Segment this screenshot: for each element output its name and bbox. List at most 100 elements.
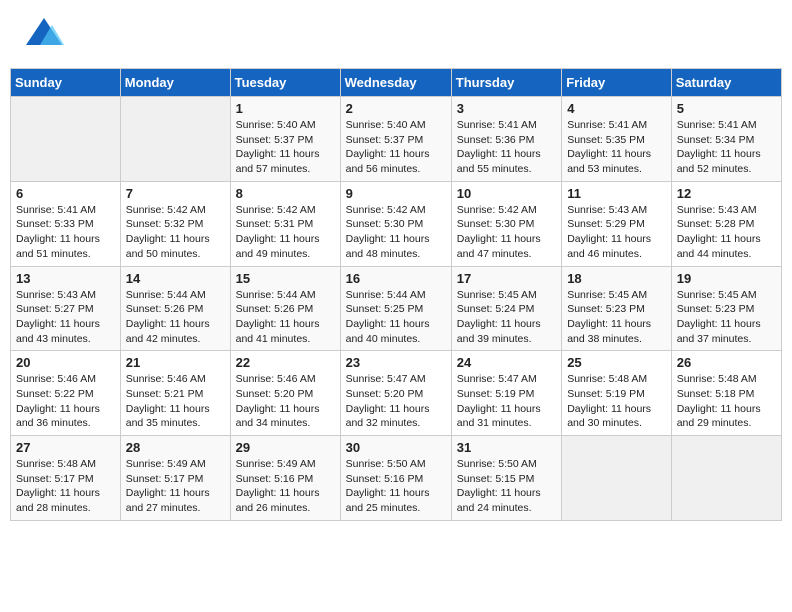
calendar-cell: 28 Sunrise: 5:49 AMSunset: 5:17 PMDayligh…	[120, 436, 230, 521]
day-number: 26	[677, 355, 776, 370]
day-info: Sunrise: 5:50 AMSunset: 5:15 PMDaylight:…	[457, 457, 556, 516]
day-info: Sunrise: 5:42 AMSunset: 5:30 PMDaylight:…	[457, 203, 556, 262]
day-number: 6	[16, 186, 115, 201]
header-day-thursday: Thursday	[451, 69, 561, 97]
day-info: Sunrise: 5:45 AMSunset: 5:23 PMDaylight:…	[677, 288, 776, 347]
day-info: Sunrise: 5:49 AMSunset: 5:16 PMDaylight:…	[236, 457, 335, 516]
day-number: 15	[236, 271, 335, 286]
logo-icon	[14, 10, 64, 60]
calendar-cell	[11, 97, 121, 182]
day-info: Sunrise: 5:46 AMSunset: 5:20 PMDaylight:…	[236, 372, 335, 431]
calendar-cell: 1 Sunrise: 5:40 AMSunset: 5:37 PMDaylight…	[230, 97, 340, 182]
calendar-cell: 16 Sunrise: 5:44 AMSunset: 5:25 PMDayligh…	[340, 266, 451, 351]
calendar-cell: 5 Sunrise: 5:41 AMSunset: 5:34 PMDaylight…	[671, 97, 781, 182]
day-number: 5	[677, 101, 776, 116]
day-info: Sunrise: 5:43 AMSunset: 5:28 PMDaylight:…	[677, 203, 776, 262]
day-number: 27	[16, 440, 115, 455]
day-info: Sunrise: 5:42 AMSunset: 5:31 PMDaylight:…	[236, 203, 335, 262]
day-info: Sunrise: 5:42 AMSunset: 5:32 PMDaylight:…	[126, 203, 225, 262]
day-number: 22	[236, 355, 335, 370]
calendar-cell: 26 Sunrise: 5:48 AMSunset: 5:18 PMDayligh…	[671, 351, 781, 436]
day-info: Sunrise: 5:49 AMSunset: 5:17 PMDaylight:…	[126, 457, 225, 516]
calendar-cell: 4 Sunrise: 5:41 AMSunset: 5:35 PMDaylight…	[562, 97, 672, 182]
day-info: Sunrise: 5:47 AMSunset: 5:20 PMDaylight:…	[346, 372, 446, 431]
day-number: 4	[567, 101, 666, 116]
day-number: 12	[677, 186, 776, 201]
day-number: 25	[567, 355, 666, 370]
calendar-cell: 25 Sunrise: 5:48 AMSunset: 5:19 PMDayligh…	[562, 351, 672, 436]
calendar-cell: 18 Sunrise: 5:45 AMSunset: 5:23 PMDayligh…	[562, 266, 672, 351]
calendar-cell: 27Sunrise: 5:48 AMSunset: 5:17 PMDayligh…	[11, 436, 121, 521]
header-day-sunday: Sunday	[11, 69, 121, 97]
day-number: 28	[126, 440, 225, 455]
day-number: 16	[346, 271, 446, 286]
day-info: Sunrise: 5:46 AMSunset: 5:22 PMDaylight:…	[16, 372, 115, 431]
day-number: 9	[346, 186, 446, 201]
day-info: Sunrise: 5:41 AMSunset: 5:34 PMDaylight:…	[677, 118, 776, 177]
day-info: Sunrise: 5:50 AMSunset: 5:16 PMDaylight:…	[346, 457, 446, 516]
header-day-friday: Friday	[562, 69, 672, 97]
calendar-cell: 9 Sunrise: 5:42 AMSunset: 5:30 PMDaylight…	[340, 181, 451, 266]
day-info: Sunrise: 5:45 AMSunset: 5:23 PMDaylight:…	[567, 288, 666, 347]
day-info: Sunrise: 5:45 AMSunset: 5:24 PMDaylight:…	[457, 288, 556, 347]
day-info: Sunrise: 5:44 AMSunset: 5:26 PMDaylight:…	[236, 288, 335, 347]
day-info: Sunrise: 5:41 AMSunset: 5:35 PMDaylight:…	[567, 118, 666, 177]
calendar-cell: 24 Sunrise: 5:47 AMSunset: 5:19 PMDayligh…	[451, 351, 561, 436]
day-info: Sunrise: 5:47 AMSunset: 5:19 PMDaylight:…	[457, 372, 556, 431]
calendar-cell: 29 Sunrise: 5:49 AMSunset: 5:16 PMDayligh…	[230, 436, 340, 521]
header-day-wednesday: Wednesday	[340, 69, 451, 97]
day-info: Sunrise: 5:41 AMSunset: 5:33 PMDaylight:…	[16, 203, 115, 262]
calendar-cell: 8 Sunrise: 5:42 AMSunset: 5:31 PMDaylight…	[230, 181, 340, 266]
calendar-cell: 20 Sunrise: 5:46 AMSunset: 5:22 PMDayligh…	[11, 351, 121, 436]
day-info: Sunrise: 5:41 AMSunset: 5:36 PMDaylight:…	[457, 118, 556, 177]
day-number: 10	[457, 186, 556, 201]
day-number: 13	[16, 271, 115, 286]
calendar-header: SundayMondayTuesdayWednesdayThursdayFrid…	[11, 69, 782, 97]
calendar-cell: 23 Sunrise: 5:47 AMSunset: 5:20 PMDayligh…	[340, 351, 451, 436]
calendar-cell: 30 Sunrise: 5:50 AMSunset: 5:16 PMDayligh…	[340, 436, 451, 521]
day-number: 21	[126, 355, 225, 370]
day-info: Sunrise: 5:48 AMSunset: 5:18 PMDaylight:…	[677, 372, 776, 431]
day-info: Sunrise: 5:42 AMSunset: 5:30 PMDaylight:…	[346, 203, 446, 262]
calendar-cell: 19Sunrise: 5:45 AMSunset: 5:23 PMDayligh…	[671, 266, 781, 351]
calendar-cell: 12 Sunrise: 5:43 AMSunset: 5:28 PMDayligh…	[671, 181, 781, 266]
week-row-3: 13 Sunrise: 5:43 AMSunset: 5:27 PMDayligh…	[11, 266, 782, 351]
day-info: Sunrise: 5:48 AMSunset: 5:19 PMDaylight:…	[567, 372, 666, 431]
calendar-cell: 10 Sunrise: 5:42 AMSunset: 5:30 PMDayligh…	[451, 181, 561, 266]
day-number: 23	[346, 355, 446, 370]
header-day-monday: Monday	[120, 69, 230, 97]
header-day-saturday: Saturday	[671, 69, 781, 97]
day-info: Sunrise: 5:40 AMSunset: 5:37 PMDaylight:…	[236, 118, 335, 177]
day-number: 31	[457, 440, 556, 455]
header-row: SundayMondayTuesdayWednesdayThursdayFrid…	[11, 69, 782, 97]
logo	[14, 10, 64, 60]
day-info: Sunrise: 5:44 AMSunset: 5:26 PMDaylight:…	[126, 288, 225, 347]
calendar-cell: 11 Sunrise: 5:43 AMSunset: 5:29 PMDayligh…	[562, 181, 672, 266]
day-number: 17	[457, 271, 556, 286]
day-number: 18	[567, 271, 666, 286]
calendar-cell: 15 Sunrise: 5:44 AMSunset: 5:26 PMDayligh…	[230, 266, 340, 351]
day-info: Sunrise: 5:44 AMSunset: 5:25 PMDaylight:…	[346, 288, 446, 347]
calendar-cell: 31 Sunrise: 5:50 AMSunset: 5:15 PMDayligh…	[451, 436, 561, 521]
day-number: 8	[236, 186, 335, 201]
calendar-cell: 2Sunrise: 5:40 AMSunset: 5:37 PMDaylight…	[340, 97, 451, 182]
calendar-cell: 13 Sunrise: 5:43 AMSunset: 5:27 PMDayligh…	[11, 266, 121, 351]
calendar-body: 1 Sunrise: 5:40 AMSunset: 5:37 PMDaylight…	[11, 97, 782, 521]
day-number: 30	[346, 440, 446, 455]
day-info: Sunrise: 5:46 AMSunset: 5:21 PMDaylight:…	[126, 372, 225, 431]
calendar-table: SundayMondayTuesdayWednesdayThursdayFrid…	[10, 68, 782, 521]
day-number: 7	[126, 186, 225, 201]
day-number: 11	[567, 186, 666, 201]
page-header	[10, 10, 782, 60]
day-number: 29	[236, 440, 335, 455]
day-info: Sunrise: 5:43 AMSunset: 5:29 PMDaylight:…	[567, 203, 666, 262]
calendar-cell: 22 Sunrise: 5:46 AMSunset: 5:20 PMDayligh…	[230, 351, 340, 436]
day-number: 1	[236, 101, 335, 116]
calendar-cell: 17 Sunrise: 5:45 AMSunset: 5:24 PMDayligh…	[451, 266, 561, 351]
calendar-cell: 6 Sunrise: 5:41 AMSunset: 5:33 PMDaylight…	[11, 181, 121, 266]
day-info: Sunrise: 5:40 AMSunset: 5:37 PMDaylight:…	[346, 118, 446, 177]
week-row-5: 27Sunrise: 5:48 AMSunset: 5:17 PMDayligh…	[11, 436, 782, 521]
day-info: Sunrise: 5:43 AMSunset: 5:27 PMDaylight:…	[16, 288, 115, 347]
day-number: 24	[457, 355, 556, 370]
day-number: 20	[16, 355, 115, 370]
